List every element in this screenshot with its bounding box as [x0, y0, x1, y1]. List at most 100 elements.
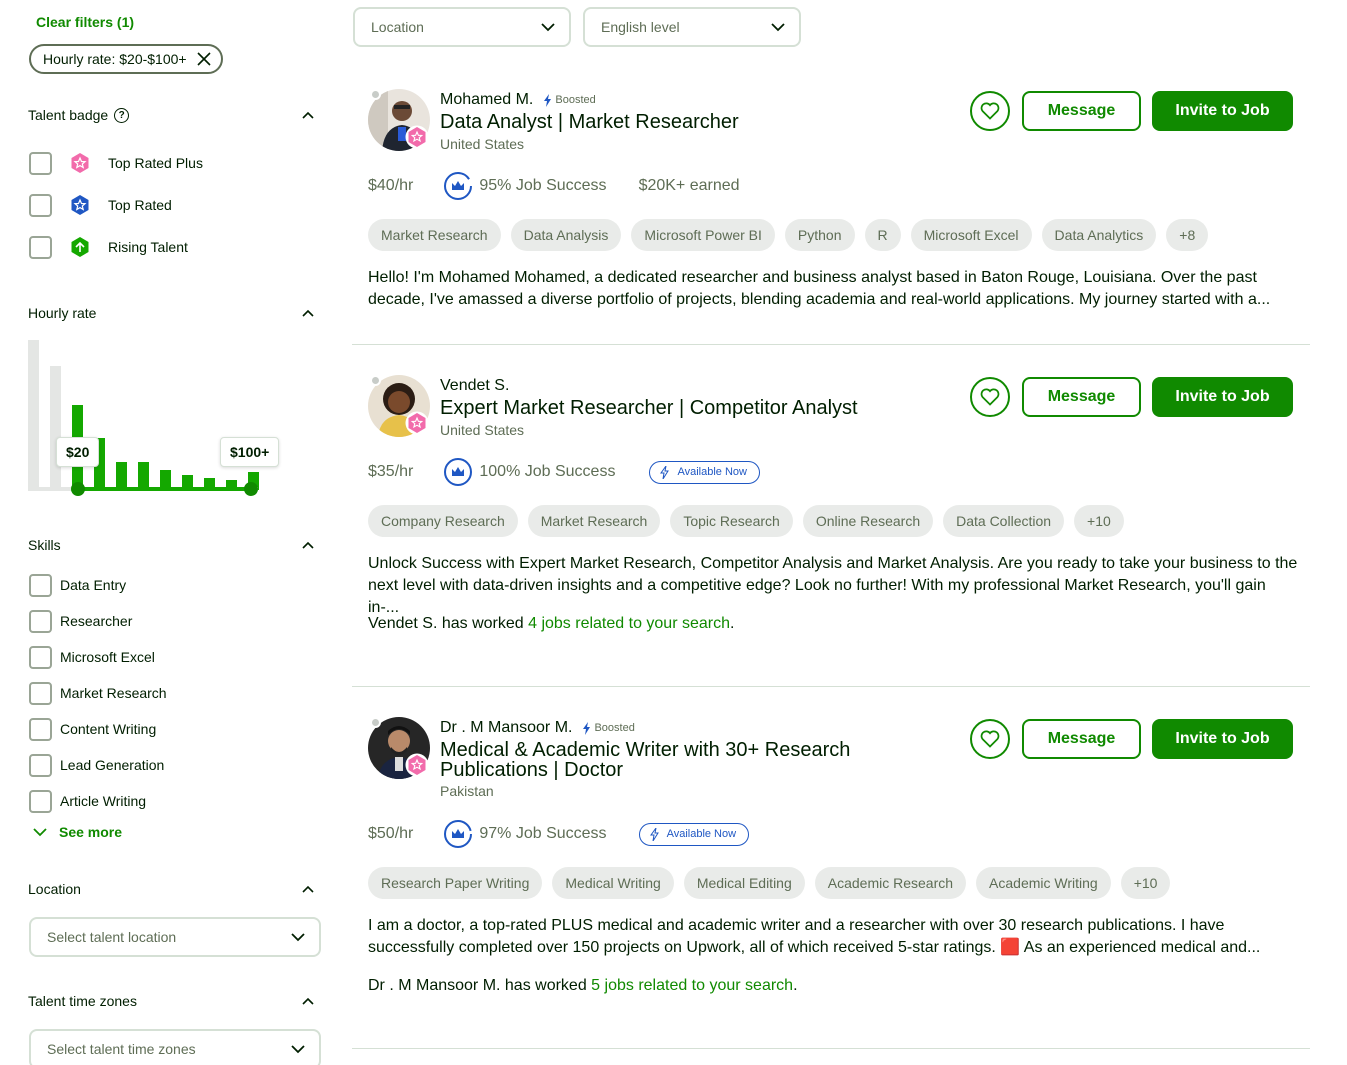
help-icon[interactable]: ?: [114, 107, 130, 123]
badge-label: Rising Talent: [108, 239, 188, 255]
checkbox[interactable]: [29, 193, 52, 217]
save-freelancer-button[interactable]: [970, 719, 1010, 759]
badge-option-top-rated-plus[interactable]: Top Rated Plus: [29, 151, 203, 175]
freelancer-name[interactable]: Dr . M Mansoor M.: [440, 719, 572, 737]
checkbox[interactable]: [29, 645, 52, 669]
histogram-bar: [50, 366, 61, 490]
avatar[interactable]: [368, 717, 430, 779]
freelancer-title[interactable]: Data Analyst | Market Researcher: [440, 112, 739, 132]
checkbox[interactable]: [29, 609, 52, 633]
skill-option[interactable]: Content Writing: [29, 717, 156, 741]
checkbox[interactable]: [29, 573, 52, 597]
skill-option[interactable]: Data Entry: [29, 573, 126, 597]
skill-tag[interactable]: Microsoft Excel: [910, 219, 1032, 251]
message-button[interactable]: Message: [1022, 91, 1141, 131]
available-label: Available Now: [666, 828, 737, 840]
job-success-label: 95% Job Success: [479, 177, 607, 194]
checkbox[interactable]: [29, 235, 52, 259]
job-success-icon: [444, 820, 473, 848]
chevron-up-icon[interactable]: [300, 305, 316, 321]
freelancer-title[interactable]: Expert Market Researcher | Competitor An…: [440, 398, 858, 418]
skill-tag[interactable]: Company Research: [368, 505, 518, 537]
freelancer-title[interactable]: Medical & Academic Writer with 30+ Resea…: [440, 740, 850, 780]
checkbox[interactable]: [29, 717, 52, 741]
avatar[interactable]: [368, 375, 430, 437]
invite-to-job-button[interactable]: Invite to Job: [1152, 377, 1293, 417]
skill-option[interactable]: Article Writing: [29, 789, 146, 813]
save-freelancer-button[interactable]: [970, 91, 1010, 131]
chevron-up-icon[interactable]: [300, 881, 316, 897]
skill-tag[interactable]: Medical Writing: [552, 867, 674, 899]
freelancer-country: Pakistan: [440, 783, 494, 799]
top-rated-plus-icon: [71, 153, 89, 173]
skill-option[interactable]: Lead Generation: [29, 753, 164, 777]
hourly-rate: $40/hr: [368, 177, 414, 194]
location-dropdown[interactable]: Location: [353, 7, 571, 47]
chevron-up-icon[interactable]: [300, 107, 316, 123]
checkbox[interactable]: [29, 681, 52, 705]
english-level-dropdown[interactable]: English level: [583, 7, 801, 47]
skill-tag[interactable]: Topic Research: [670, 505, 793, 537]
skill-tag[interactable]: Data Collection: [943, 505, 1065, 537]
checkbox[interactable]: [29, 753, 52, 777]
more-skills-tag[interactable]: +10: [1120, 867, 1171, 899]
boosted-label: Boosted: [594, 722, 635, 734]
skill-tag[interactable]: Academic Research: [814, 867, 967, 899]
chevron-down-icon: [291, 1045, 305, 1054]
avatar[interactable]: [368, 89, 430, 151]
skill-tag[interactable]: Online Research: [802, 505, 934, 537]
skill-tag[interactable]: Microsoft Power BI: [631, 219, 775, 251]
freelancer-description[interactable]: I am a doctor, a top-rated PLUS medical …: [368, 915, 1298, 959]
skill-option[interactable]: Microsoft Excel: [29, 645, 155, 669]
more-skills-tag[interactable]: +10: [1074, 505, 1124, 537]
chevron-down-icon: [771, 23, 785, 32]
more-skills-tag[interactable]: +8: [1166, 219, 1209, 251]
freelancer-stats: $35/hr 100% Job Success Available Now: [368, 456, 760, 488]
description-line: I am a doctor, a top-rated PLUS medical …: [368, 917, 1225, 934]
message-button[interactable]: Message: [1022, 719, 1141, 759]
chevron-down-icon: [541, 23, 555, 32]
related-jobs-link[interactable]: 4 jobs related to your search: [528, 615, 730, 632]
skill-tag[interactable]: R: [864, 219, 901, 251]
chevron-up-icon[interactable]: [300, 993, 316, 1009]
skill-label: Article Writing: [60, 793, 147, 809]
skill-label: Researcher: [60, 613, 133, 629]
skill-tag[interactable]: Medical Editing: [683, 867, 805, 899]
invite-to-job-button[interactable]: Invite to Job: [1152, 719, 1293, 759]
skill-tag[interactable]: Data Analysis: [510, 219, 622, 251]
skill-option[interactable]: Researcher: [29, 609, 132, 633]
related-jobs-link[interactable]: 5 jobs related to your search: [591, 977, 793, 994]
checkbox[interactable]: [29, 789, 52, 813]
badge-option-rising-talent[interactable]: Rising Talent: [29, 235, 188, 259]
skill-option[interactable]: Market Research: [29, 681, 167, 705]
freelancer-name-line: Dr . M Mansoor M. Boosted: [440, 719, 635, 737]
job-success: 95% Job Success: [443, 171, 607, 201]
freelancer-description[interactable]: Hello! I'm Mohamed Mohamed, a dedicated …: [368, 267, 1298, 311]
freelancer-description[interactable]: Unlock Success with Expert Market Resear…: [368, 553, 1298, 619]
skill-tag[interactable]: Academic Writing: [976, 867, 1111, 899]
location-select[interactable]: Select talent location: [29, 917, 321, 957]
freelancer-stats: $50/hr 97% Job Success Available Now: [368, 818, 750, 850]
time-zones-select[interactable]: Select talent time zones: [29, 1029, 321, 1065]
active-filter-chip[interactable]: Hourly rate: $20-$100+: [29, 44, 223, 74]
see-more-link[interactable]: See more: [33, 824, 122, 840]
skill-tag[interactable]: Python: [784, 219, 855, 251]
badge-option-top-rated[interactable]: Top Rated: [29, 193, 172, 217]
skill-tags: Research Paper Writing Medical Writing M…: [368, 867, 1171, 899]
invite-to-job-button[interactable]: Invite to Job: [1152, 91, 1293, 131]
freelancer-name[interactable]: Vendet S.: [440, 377, 509, 395]
save-freelancer-button[interactable]: [970, 377, 1010, 417]
hourly-rate-histogram[interactable]: [28, 340, 288, 500]
skill-tag[interactable]: Market Research: [368, 219, 501, 251]
clear-filters-link[interactable]: Clear filters (1): [36, 14, 134, 30]
freelancer-name[interactable]: Mohamed M.: [440, 91, 533, 109]
message-button[interactable]: Message: [1022, 377, 1141, 417]
skill-tag[interactable]: Research Paper Writing: [368, 867, 543, 899]
close-icon[interactable]: [197, 52, 211, 66]
chevron-up-icon[interactable]: [300, 537, 316, 553]
lightning-icon: [649, 827, 659, 841]
checkbox[interactable]: [29, 151, 52, 175]
skill-tag[interactable]: Market Research: [527, 505, 661, 537]
related-jobs-note: Dr . M Mansoor M. has worked 5 jobs rela…: [368, 977, 798, 995]
skill-tag[interactable]: Data Analytics: [1041, 219, 1157, 251]
